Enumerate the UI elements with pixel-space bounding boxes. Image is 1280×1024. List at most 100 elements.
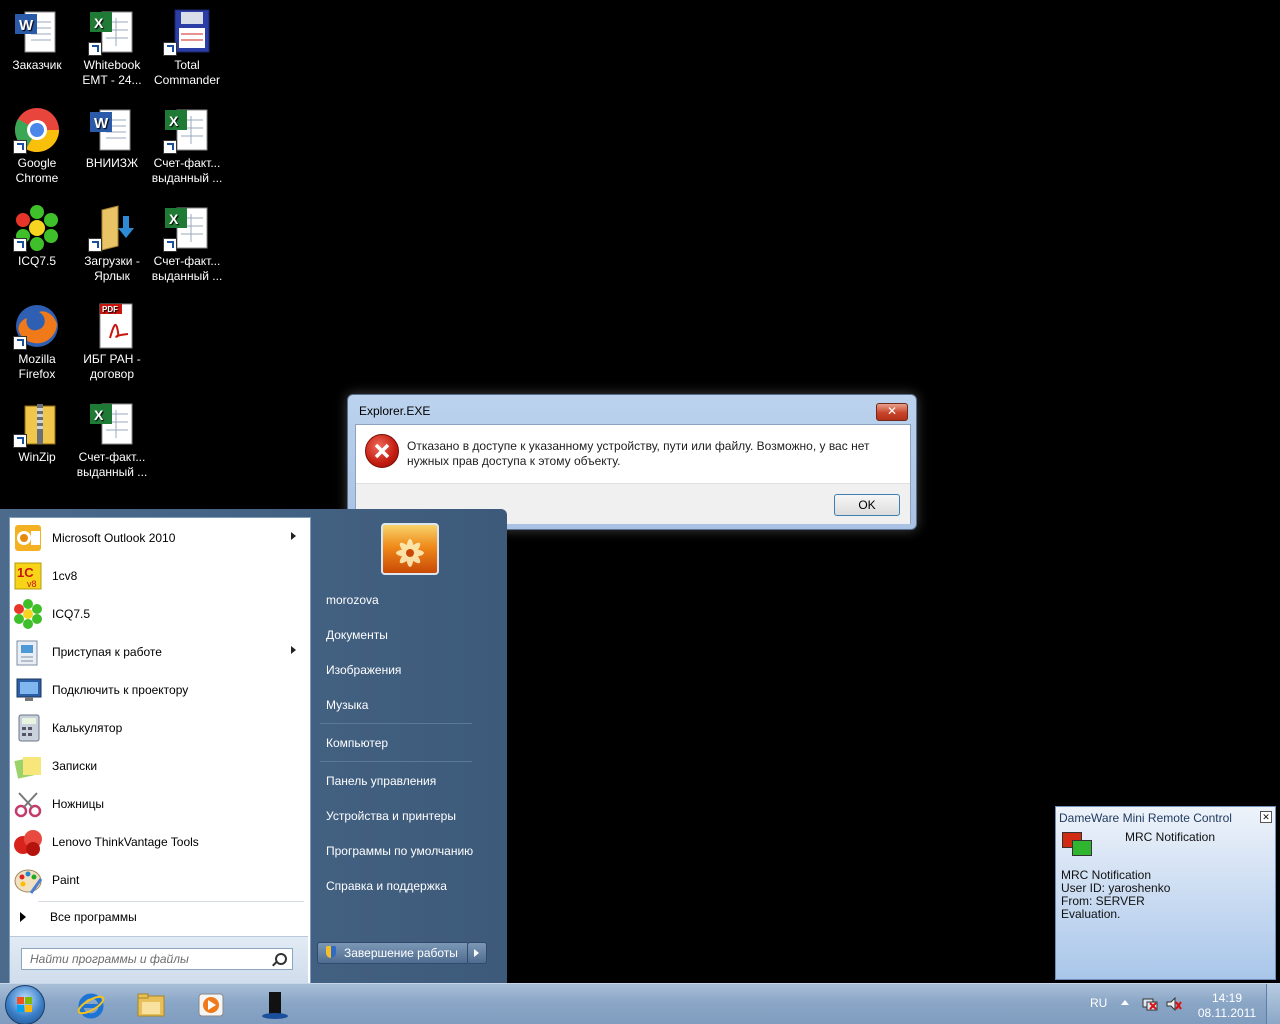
- start-right-control-panel[interactable]: Панель управления: [326, 774, 436, 788]
- taskbar-app[interactable]: [246, 986, 302, 1023]
- start-right-music[interactable]: Музыка: [326, 698, 368, 712]
- notification-close-button[interactable]: ✕: [1260, 811, 1272, 823]
- desktop-icon-zakazchik[interactable]: W Заказчик: [0, 8, 74, 73]
- start-item-calculator[interactable]: Калькулятор: [10, 710, 308, 746]
- clock[interactable]: 14:19 08.11.2011: [1196, 991, 1258, 1021]
- total-commander-icon: [163, 8, 211, 56]
- start-right-computer[interactable]: Компьютер: [326, 736, 388, 750]
- user-picture[interactable]: [381, 523, 439, 575]
- start-item-getting-started[interactable]: Приступая к работе: [10, 634, 308, 670]
- ok-button[interactable]: OK: [834, 494, 900, 516]
- show-desktop-button[interactable]: [1266, 984, 1280, 1024]
- snipping-tool-icon: [13, 789, 43, 819]
- start-item-snipping-tool[interactable]: Ножницы: [10, 786, 308, 822]
- dameware-notification: DameWare Mini Remote Control ✕ MRC Notif…: [1055, 806, 1276, 980]
- desktop-icon-label: WinZip: [18, 450, 56, 464]
- submenu-arrow-icon: [291, 646, 296, 654]
- svg-text:PDF: PDF: [102, 305, 118, 314]
- start-menu: Microsoft Outlook 2010 1C v8 1cv8 ICQ7.5 …: [0, 509, 507, 985]
- start-item-lenovo-tools[interactable]: Lenovo ThinkVantage Tools: [10, 824, 308, 860]
- excel-document-icon: X: [163, 106, 211, 154]
- all-programs-label: Все программы: [50, 910, 137, 924]
- taskbar-media-player[interactable]: [182, 986, 238, 1023]
- shortcut-arrow-icon: [163, 238, 177, 252]
- notification-subtitle: MRC Notification: [1125, 830, 1216, 844]
- svg-text:X: X: [169, 211, 179, 227]
- shortcut-arrow-icon: [13, 140, 27, 154]
- start-item-icq[interactable]: ICQ7.5: [10, 596, 308, 632]
- desktop-icon-vniizzh[interactable]: W ВНИИЗЖ: [75, 106, 149, 171]
- desktop-icon-invoice-1[interactable]: X Счет-факт... выданный ...: [150, 106, 224, 186]
- volume-muted-icon[interactable]: [1166, 996, 1182, 1012]
- start-right-user[interactable]: morozova: [326, 593, 379, 607]
- start-item-outlook[interactable]: Microsoft Outlook 2010: [10, 520, 308, 556]
- start-search-input[interactable]: Найти программы и файлы: [21, 948, 293, 970]
- desktop-icon-google-chrome[interactable]: Google Chrome: [0, 106, 74, 186]
- taskbar-internet-explorer[interactable]: [62, 986, 118, 1023]
- start-right-pictures[interactable]: Изображения: [326, 663, 401, 677]
- language-indicator[interactable]: RU: [1090, 996, 1107, 1010]
- dialog-close-button[interactable]: ✕: [876, 403, 908, 421]
- shortcut-arrow-icon: [13, 434, 27, 448]
- desktop-icon-whitebook[interactable]: X Whitebook EMT - 24...: [75, 8, 149, 88]
- desktop-icon-ibg-ran[interactable]: PDF ИБГ РАН - договор: [75, 302, 149, 382]
- desktop-icon-total-commander[interactable]: Total Commander: [150, 8, 224, 88]
- dialog-title: Explorer.EXE: [359, 404, 431, 418]
- shutdown-options-button[interactable]: [467, 942, 487, 964]
- search-placeholder: Найти программы и файлы: [30, 952, 189, 966]
- excel-document-icon: X: [88, 8, 136, 56]
- start-item-label: Lenovo ThinkVantage Tools: [52, 835, 199, 849]
- desktop-icon-firefox[interactable]: Mozilla Firefox: [0, 302, 74, 382]
- error-icon: [365, 434, 399, 468]
- desktop-icon-downloads[interactable]: Загрузки - Ярлык: [75, 204, 149, 284]
- desktop-icon-label: Whitebook EMT - 24...: [82, 58, 142, 87]
- firefox-icon: [13, 302, 61, 350]
- start-button[interactable]: [5, 985, 45, 1024]
- desktop-icon-label: Загрузки - Ярлык: [84, 254, 140, 283]
- taskbar-windows-explorer[interactable]: [122, 986, 178, 1023]
- svg-text:X: X: [94, 15, 104, 31]
- shortcut-arrow-icon: [88, 42, 102, 56]
- notification-line: Evaluation.: [1061, 907, 1121, 921]
- show-hidden-icons-button[interactable]: [1121, 1000, 1129, 1005]
- app-icon: [260, 990, 290, 1020]
- shortcut-arrow-icon: [13, 336, 27, 350]
- icq-icon: [13, 204, 61, 252]
- winzip-icon: [13, 400, 61, 448]
- start-item-label: Ножницы: [52, 797, 105, 811]
- start-right-default-programs[interactable]: Программы по умолчанию: [326, 844, 473, 858]
- dameware-icon: [1062, 832, 1092, 858]
- word-document-icon: W: [13, 8, 61, 56]
- shortcut-arrow-icon: [13, 238, 27, 252]
- desktop-icon-invoice-3[interactable]: X Счет-факт... выданный ...: [75, 400, 149, 480]
- desktop-icon-icq[interactable]: ICQ7.5: [0, 204, 74, 269]
- start-right-help-support[interactable]: Справка и поддержка: [326, 879, 447, 893]
- pdf-document-icon: PDF: [88, 302, 136, 350]
- shortcut-arrow-icon: [163, 140, 177, 154]
- start-item-1cv8[interactable]: 1C v8 1cv8: [10, 558, 308, 594]
- excel-document-icon: X: [163, 204, 211, 252]
- desktop-icon-label: Счет-факт... выданный ...: [76, 450, 148, 479]
- start-item-label: 1cv8: [52, 569, 78, 583]
- start-item-projector[interactable]: Подключить к проектору: [10, 672, 308, 708]
- svg-text:X: X: [169, 113, 179, 129]
- network-icon[interactable]: [1142, 997, 1158, 1011]
- desktop-icon-winzip[interactable]: WinZip: [0, 400, 74, 465]
- desktop-icon-label: Mozilla Firefox: [18, 352, 56, 381]
- desktop-icon-label: Total Commander: [153, 58, 221, 87]
- start-right-documents[interactable]: Документы: [326, 628, 388, 642]
- start-item-paint[interactable]: Paint: [10, 862, 308, 898]
- start-item-sticky-notes[interactable]: Записки: [10, 748, 308, 784]
- calculator-icon: [13, 713, 43, 743]
- desktop-icon-invoice-2[interactable]: X Счет-факт... выданный ...: [150, 204, 224, 284]
- outlook-icon: [13, 523, 43, 553]
- desktop-icon-label: Заказчик: [12, 58, 62, 72]
- clock-time: 14:19: [1211, 991, 1243, 1005]
- shutdown-button[interactable]: Завершение работы: [317, 942, 469, 964]
- getting-started-icon: [13, 637, 43, 667]
- start-item-label: Калькулятор: [52, 721, 123, 735]
- desktop-icon-label: Google Chrome: [15, 156, 59, 185]
- start-item-label: Microsoft Outlook 2010: [52, 531, 176, 545]
- projector-icon: [13, 675, 43, 705]
- start-right-devices-printers[interactable]: Устройства и принтеры: [326, 809, 456, 823]
